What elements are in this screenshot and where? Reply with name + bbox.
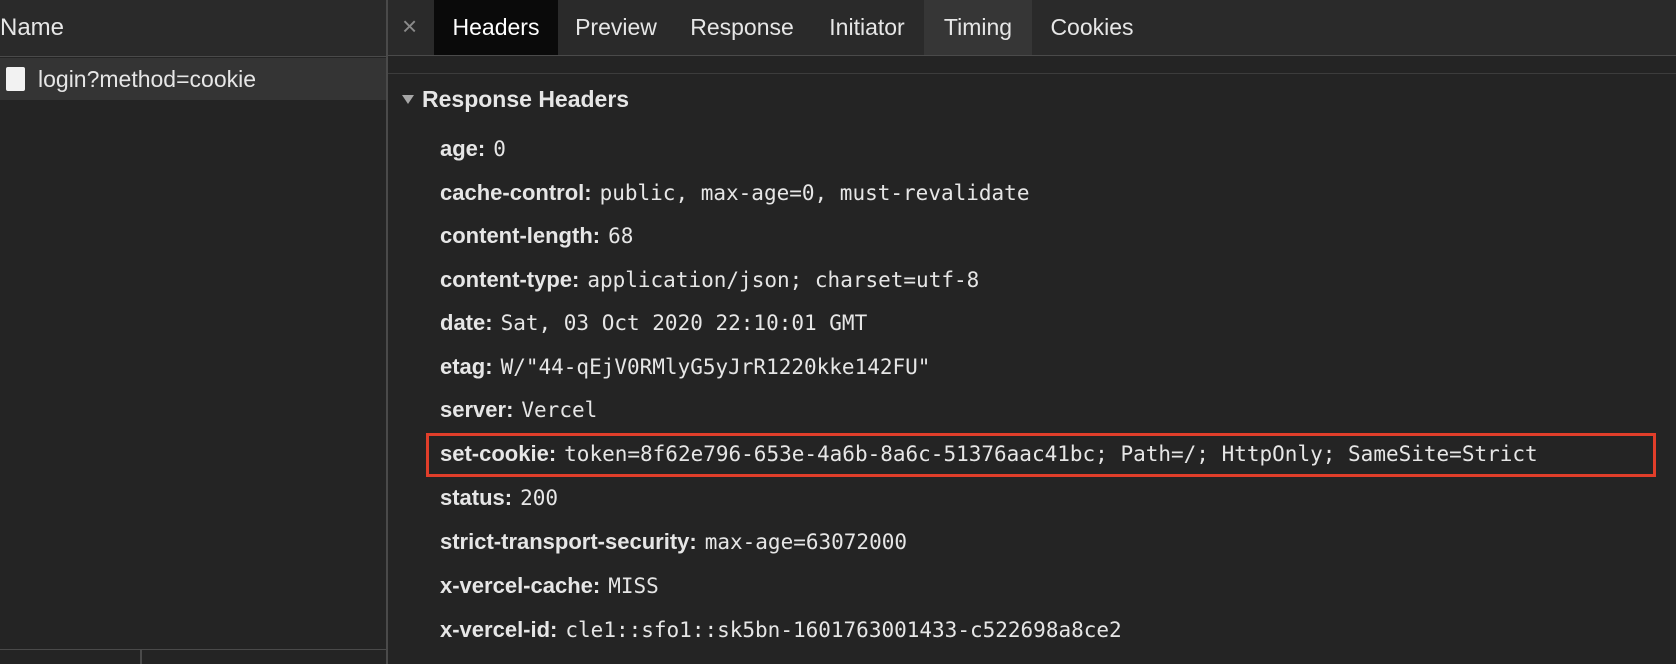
header-key: set-cookie:: [440, 441, 557, 466]
header-row-x-vercel-id: x-vercel-id: cle1::sfo1::sk5bn-1601763001…: [440, 617, 1122, 643]
request-name: login?method=cookie: [38, 66, 257, 92]
header-value: W/"44-qEjV0RMlyG5yJrR1220kke142FU": [500, 355, 931, 379]
header-value: 200: [520, 486, 559, 510]
header-value: application/json; charset=utf-8: [587, 268, 980, 292]
header-key: content-length:: [440, 223, 601, 248]
devtools-network-panel: Name login?method=cookie × Headers Previ…: [0, 0, 1676, 664]
document-icon: [6, 67, 25, 91]
header-key: etag:: [440, 354, 493, 379]
response-headers-toggle[interactable]: Response Headers: [402, 86, 629, 113]
header-key: server:: [440, 397, 514, 422]
column-divider[interactable]: [140, 650, 142, 664]
header-row-server: server: Vercel: [440, 397, 597, 423]
header-value: public, max-age=0, must-revalidate: [599, 181, 1030, 205]
tab-response[interactable]: Response: [674, 0, 810, 55]
header-value: 0: [493, 137, 506, 161]
header-row-status: status: 200: [440, 485, 558, 511]
header-value: MISS: [608, 574, 659, 598]
section-divider: [388, 56, 1676, 74]
request-row[interactable]: login?method=cookie: [0, 58, 386, 100]
details-tabbar: × Headers Preview Response Initiator Tim…: [388, 0, 1676, 56]
tab-preview[interactable]: Preview: [558, 0, 674, 55]
tab-timing[interactable]: Timing: [924, 0, 1032, 55]
header-row-x-vercel-cache: x-vercel-cache: MISS: [440, 573, 659, 599]
header-row-content-type: content-type: application/json; charset=u…: [440, 267, 979, 293]
header-row-set-cookie: set-cookie: token=8f62e796-653e-4a6b-8a6c…: [440, 441, 1538, 467]
tab-headers[interactable]: Headers: [434, 0, 558, 55]
header-key: date:: [440, 310, 493, 335]
request-details-panel: × Headers Preview Response Initiator Tim…: [388, 0, 1676, 664]
response-headers-title: Response Headers: [422, 86, 630, 112]
header-key: status:: [440, 485, 513, 510]
header-row-cache-control: cache-control: public, max-age=0, must-re…: [440, 180, 1029, 206]
header-key: x-vercel-cache:: [440, 573, 601, 598]
request-list-footer: [0, 649, 386, 664]
header-row-age: age: 0: [440, 136, 506, 162]
header-row-etag: etag: W/"44-qEjV0RMlyG5yJrR1220kke142FU": [440, 354, 930, 380]
triangle-down-icon: [402, 95, 414, 104]
header-row-content-length: content-length: 68: [440, 223, 633, 249]
header-key: age:: [440, 136, 486, 161]
header-value: cle1::sfo1::sk5bn-1601763001433-c522698a…: [565, 618, 1122, 642]
header-value: token=8f62e796-653e-4a6b-8a6c-51376aac41…: [564, 442, 1538, 466]
header-value: Vercel: [521, 398, 598, 422]
name-column-header[interactable]: Name: [0, 14, 64, 42]
tab-initiator[interactable]: Initiator: [810, 0, 924, 55]
header-key: x-vercel-id:: [440, 617, 558, 642]
request-list-header[interactable]: Name: [0, 0, 386, 57]
header-key: content-type:: [440, 267, 580, 292]
request-list-panel: Name login?method=cookie: [0, 0, 388, 664]
close-icon[interactable]: ×: [402, 12, 417, 40]
header-value: 68: [608, 224, 634, 248]
header-value: Sat, 03 Oct 2020 22:10:01 GMT: [500, 311, 868, 335]
header-row-date: date: Sat, 03 Oct 2020 22:10:01 GMT: [440, 310, 867, 336]
header-value: max-age=63072000: [704, 530, 908, 554]
header-key: strict-transport-security:: [440, 529, 697, 554]
tab-cookies[interactable]: Cookies: [1032, 0, 1152, 55]
header-key: cache-control:: [440, 180, 592, 205]
header-row-strict-transport-security: strict-transport-security: max-age=630720…: [440, 529, 907, 555]
